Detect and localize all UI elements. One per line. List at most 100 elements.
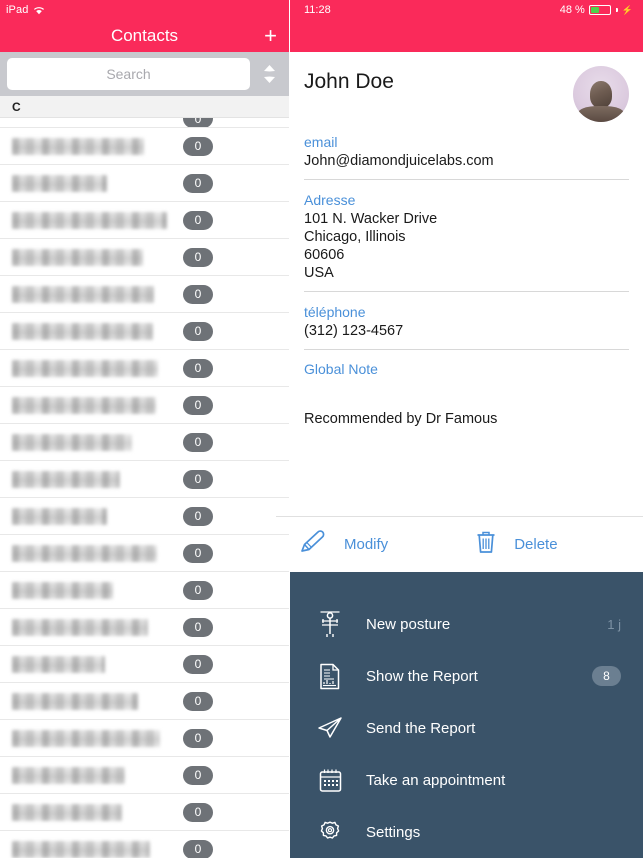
contact-count-badge: 0 bbox=[183, 247, 213, 267]
contact-row[interactable]: 0 bbox=[0, 313, 289, 350]
contact-row[interactable]: 0 bbox=[0, 831, 289, 858]
contact-count-badge: 0 bbox=[183, 691, 213, 711]
contact-row[interactable]: 0 bbox=[0, 461, 289, 498]
contact-field: email John@diamondjuicelabs.com bbox=[304, 122, 629, 180]
contact-field: téléphone (312) 123-4567 bbox=[304, 292, 629, 350]
global-note-text: Recommended by Dr Famous bbox=[304, 411, 498, 427]
contact-row[interactable]: 0 bbox=[0, 387, 289, 424]
battery-status: 48 % ⚡ bbox=[560, 4, 633, 16]
contact-name-redacted bbox=[12, 137, 144, 155]
contact-row[interactable]: 0 bbox=[0, 128, 289, 165]
contact-detail-panel: 11:28 48 % ⚡ John Doe email John@diamondj… bbox=[276, 0, 643, 858]
contact-avatar bbox=[573, 66, 629, 122]
search-bar bbox=[0, 52, 289, 96]
contact-name-redacted bbox=[12, 285, 154, 303]
action-menu: New posture 1 j Show the Report 8 Send the R… bbox=[290, 572, 643, 858]
contact-count-badge: 0 bbox=[183, 173, 213, 193]
contact-row[interactable]: 0 bbox=[0, 276, 289, 313]
contact-count-badge: 0 bbox=[183, 210, 213, 230]
field-value: John@diamondjuicelabs.com bbox=[304, 153, 494, 169]
pencil-icon bbox=[298, 529, 328, 560]
page-title: Contacts bbox=[110, 26, 179, 45]
contact-list[interactable]: 0000000000000000000000 bbox=[0, 118, 289, 858]
contact-count-badge: 0 bbox=[183, 580, 213, 600]
contact-count-badge: 0 bbox=[183, 543, 213, 563]
battery-percent-label: 48 % bbox=[559, 4, 585, 16]
add-contact-button[interactable]: + bbox=[264, 25, 277, 47]
contact-count-badge: 0 bbox=[183, 506, 213, 526]
contact-name-redacted bbox=[12, 248, 143, 266]
contact-name-redacted bbox=[12, 396, 156, 414]
modify-button[interactable]: Modify bbox=[298, 529, 388, 560]
contact-row[interactable]: 0 bbox=[0, 572, 289, 609]
menu-item-settings[interactable]: Settings bbox=[290, 806, 643, 858]
contact-name-redacted bbox=[12, 655, 105, 673]
contact-name-redacted bbox=[12, 470, 120, 488]
contact-count-badge: 0 bbox=[183, 728, 213, 748]
detail-body: John Doe email John@diamondjuicelabs.com A… bbox=[276, 52, 643, 572]
avatar-head bbox=[590, 80, 612, 108]
contact-name-redacted bbox=[12, 544, 157, 562]
contact-row[interactable]: 0 bbox=[0, 498, 289, 535]
left-status-bar: iPad bbox=[0, 0, 289, 20]
contact-name-redacted bbox=[12, 803, 122, 821]
contact-name-redacted bbox=[12, 359, 158, 377]
contact-count-badge: 0 bbox=[183, 284, 213, 304]
posture-figure-icon bbox=[316, 610, 344, 638]
document-report-icon bbox=[316, 663, 344, 690]
contact-row[interactable]: 0 bbox=[0, 757, 289, 794]
wifi-icon bbox=[33, 6, 45, 15]
contact-name-redacted bbox=[12, 766, 125, 784]
contact-row[interactable]: 0 bbox=[0, 239, 289, 276]
contact-count-badge: 0 bbox=[183, 469, 213, 489]
contact-row[interactable]: 0 bbox=[0, 165, 289, 202]
contact-count-badge: 0 bbox=[183, 136, 213, 156]
charging-bolt-icon: ⚡ bbox=[621, 4, 633, 15]
search-input[interactable] bbox=[7, 58, 250, 90]
contact-row[interactable]: 0 bbox=[0, 646, 289, 683]
contact-row[interactable]: 0 bbox=[0, 794, 289, 831]
device-label: iPad bbox=[6, 4, 29, 16]
menu-item-show-the-report[interactable]: Show the Report 8 bbox=[290, 650, 643, 702]
contact-row[interactable]: 0 bbox=[0, 202, 289, 239]
app-root: iPad Contacts + C 0 0 0 0 0 0 bbox=[0, 0, 643, 858]
contact-name-redacted bbox=[12, 507, 107, 525]
contact-row[interactable]: 0 bbox=[0, 609, 289, 646]
global-note-label[interactable]: Global Note bbox=[304, 350, 629, 377]
field-value: 101 N. Wacker Drive Chicago, Illinois 6060… bbox=[304, 211, 438, 281]
menu-item-send-the-report[interactable]: Send the Report bbox=[290, 702, 643, 754]
trash-icon bbox=[474, 529, 498, 560]
sort-diamond-icon[interactable] bbox=[256, 58, 282, 90]
sidebar-navbar: Contacts + bbox=[0, 20, 289, 52]
contact-name-redacted bbox=[12, 729, 160, 747]
paper-plane-icon bbox=[316, 716, 344, 740]
modify-label: Modify bbox=[344, 536, 389, 553]
contact-row[interactable]: 0 bbox=[0, 350, 289, 387]
section-header-letter: C bbox=[0, 96, 289, 118]
contact-row[interactable]: 0 bbox=[0, 720, 289, 757]
avatar-shoulders bbox=[578, 106, 624, 122]
contact-row[interactable]: 0 bbox=[0, 118, 289, 128]
calendar-icon bbox=[316, 768, 344, 793]
contact-row[interactable]: 0 bbox=[0, 535, 289, 572]
contact-name-redacted bbox=[12, 211, 167, 229]
menu-item-new-posture[interactable]: New posture 1 j bbox=[290, 598, 643, 650]
field-value: (312) 123-4567 bbox=[304, 323, 404, 339]
menu-item-label: Show the Report bbox=[366, 667, 478, 685]
battery-cap bbox=[615, 8, 618, 12]
contact-name: John Doe bbox=[304, 70, 394, 93]
field-label[interactable]: téléphone bbox=[304, 304, 629, 320]
menu-item-take-an-appointment[interactable]: Take an appointment bbox=[290, 754, 643, 806]
contact-fields: email John@diamondjuicelabs.com Adresse 101… bbox=[304, 122, 629, 350]
contact-row[interactable]: 0 bbox=[0, 683, 289, 720]
action-toolbar: Modify Delete bbox=[276, 516, 643, 572]
field-label[interactable]: email bbox=[304, 134, 629, 150]
delete-button[interactable]: Delete bbox=[474, 529, 558, 560]
contact-name-redacted bbox=[12, 581, 113, 599]
clock: 11:28 bbox=[304, 4, 331, 16]
contacts-sidebar: iPad Contacts + C 0 0 0 0 0 0 bbox=[0, 0, 290, 858]
contact-count-badge: 0 bbox=[183, 654, 213, 674]
field-label[interactable]: Adresse bbox=[304, 192, 629, 208]
contact-row[interactable]: 0 bbox=[0, 424, 289, 461]
contact-name-redacted bbox=[12, 840, 150, 858]
